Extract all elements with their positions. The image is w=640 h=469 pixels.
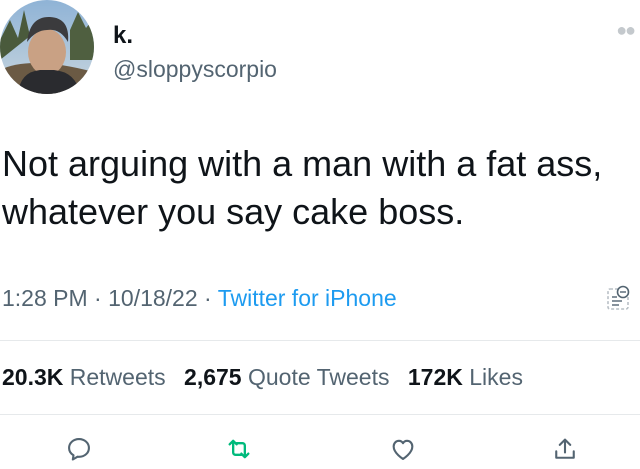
analytics-icon[interactable]: [606, 283, 632, 313]
display-name[interactable]: k.: [113, 22, 133, 50]
retweets-count: 20.3K: [2, 364, 64, 390]
reply-icon: [68, 438, 90, 461]
tweet-text: Not arguing with a man with a fat ass, w…: [2, 140, 638, 236]
likes-label: Likes: [469, 364, 523, 390]
likes-stat[interactable]: 172K Likes: [408, 364, 523, 390]
quotes-count: 2,675: [184, 364, 242, 390]
divider: [0, 340, 640, 341]
tweet-text-line: whatever you say cake boss.: [2, 191, 465, 232]
likes-count: 172K: [407, 364, 463, 390]
like-button[interactable]: [385, 434, 421, 464]
share-icon: [555, 438, 575, 459]
reply-button[interactable]: [61, 434, 97, 464]
retweets-stat[interactable]: 20.3K Retweets: [2, 364, 166, 390]
more-icon[interactable]: ●●: [616, 20, 636, 41]
tweet-time[interactable]: 1:28 PM: [2, 285, 88, 311]
heart-icon: [392, 439, 414, 460]
tweet-date[interactable]: 10/18/22: [108, 285, 198, 311]
meta-separator: ·: [94, 285, 102, 311]
quotes-stat[interactable]: 2,675 Quote Tweets: [184, 364, 389, 390]
user-handle[interactable]: @sloppyscorpio: [113, 55, 277, 83]
avatar[interactable]: [0, 0, 94, 94]
meta-separator: ·: [204, 285, 212, 311]
retweet-icon: [228, 439, 250, 459]
retweets-label: Retweets: [69, 364, 166, 390]
share-button[interactable]: [547, 434, 583, 464]
tweet-source-link[interactable]: Twitter for iPhone: [218, 285, 397, 311]
action-bar: [0, 432, 640, 469]
quotes-label: Quote Tweets: [247, 364, 390, 390]
tweet-meta: 1:28 PM · 10/18/22 · Twitter for iPhone: [2, 284, 397, 312]
avatar-photo: [0, 0, 94, 94]
divider: [0, 414, 640, 415]
tweet-stats: 20.3K Retweets 2,675 Quote Tweets 172K L…: [2, 363, 523, 391]
tweet-text-line: Not arguing with a man with a fat ass,: [2, 143, 603, 184]
retweet-button[interactable]: [221, 434, 257, 464]
